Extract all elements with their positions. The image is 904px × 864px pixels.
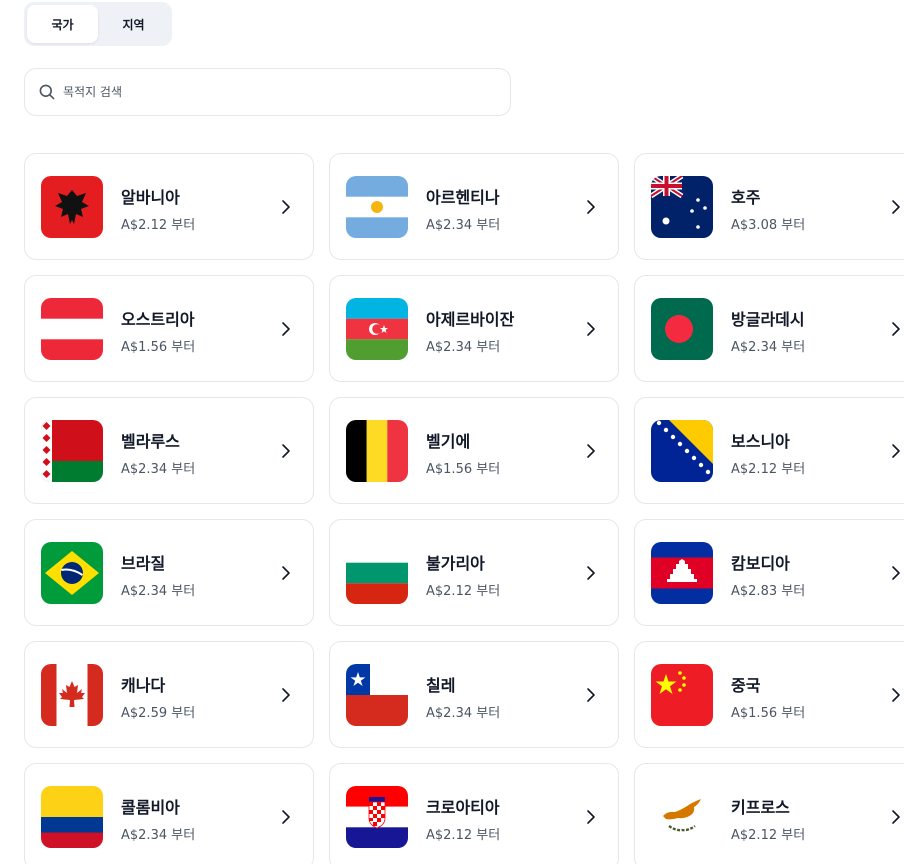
country-price: A$2.12 부터 [426, 828, 501, 843]
country-card-azerbaijan[interactable]: 아제르바이잔 A$2.34 부터 [329, 275, 619, 382]
country-price: A$2.34 부터 [121, 584, 196, 599]
country-price: A$2.12 부터 [426, 584, 501, 599]
chevron-right-icon [587, 444, 595, 458]
chevron-right-icon [282, 322, 290, 336]
croatia-flag [346, 786, 408, 848]
country-name: 캄보디아 [731, 554, 790, 573]
country-price: A$1.56 부터 [121, 340, 196, 355]
chevron-right-icon [587, 322, 595, 336]
chevron-right-icon [892, 688, 900, 702]
country-name: 콜롬비아 [121, 798, 180, 817]
country-card-brazil[interactable]: 브라질 A$2.34 부터 [24, 519, 314, 626]
country-price: A$1.56 부터 [731, 706, 806, 721]
country-card-austria[interactable]: 오스트리아 A$1.56 부터 [24, 275, 314, 382]
country-card-bulgaria[interactable]: 불가리아 A$2.12 부터 [329, 519, 619, 626]
chevron-right-icon [892, 444, 900, 458]
country-name: 호주 [731, 188, 761, 207]
country-price: A$2.34 부터 [121, 828, 196, 843]
country-name: 아제르바이잔 [426, 310, 515, 329]
country-card-belarus[interactable]: 벨라루스 A$2.34 부터 [24, 397, 314, 504]
country-card-canada[interactable]: 캐나다 A$2.59 부터 [24, 641, 314, 748]
country-name: 아르헨티나 [426, 188, 500, 207]
country-card-cyprus[interactable]: 키프로스 A$2.12 부터 [634, 763, 904, 864]
country-card-bangladesh[interactable]: 방글라데시 A$2.34 부터 [634, 275, 904, 382]
country-grid: 알바니아 A$2.12 부터 아르헨티나 A$2.34 부터 호주 A$3.08… [24, 153, 904, 864]
chevron-right-icon [587, 566, 595, 580]
country-name: 방글라데시 [731, 310, 805, 329]
brazil-flag [41, 542, 103, 604]
chevron-right-icon [282, 566, 290, 580]
country-card-chile[interactable]: 칠레 A$2.34 부터 [329, 641, 619, 748]
china-flag [651, 664, 713, 726]
region-tabs: 국가 지역 [24, 2, 172, 46]
australia-flag [651, 176, 713, 238]
country-card-australia[interactable]: 호주 A$3.08 부터 [634, 153, 904, 260]
country-price: A$2.12 부터 [121, 218, 196, 233]
colombia-flag [41, 786, 103, 848]
canada-flag [41, 664, 103, 726]
country-card-china[interactable]: 중국 A$1.56 부터 [634, 641, 904, 748]
country-card-cambodia[interactable]: 캄보디아 A$2.83 부터 [634, 519, 904, 626]
chevron-right-icon [587, 200, 595, 214]
chevron-right-icon [282, 200, 290, 214]
albania-flag [41, 176, 103, 238]
country-name: 보스니아 [731, 432, 790, 451]
country-price: A$2.34 부터 [426, 218, 501, 233]
country-card-bosnia[interactable]: 보스니아 A$2.12 부터 [634, 397, 904, 504]
search-icon [39, 84, 55, 100]
country-card-albania[interactable]: 알바니아 A$2.12 부터 [24, 153, 314, 260]
chevron-right-icon [282, 688, 290, 702]
search-box [24, 68, 511, 116]
country-name: 브라질 [121, 554, 166, 573]
chevron-right-icon [892, 810, 900, 824]
chile-flag [346, 664, 408, 726]
country-price: A$1.56 부터 [426, 462, 501, 477]
country-name: 키프로스 [731, 798, 790, 817]
country-name: 오스트리아 [121, 310, 195, 329]
country-price: A$2.34 부터 [731, 340, 806, 355]
chevron-right-icon [892, 322, 900, 336]
tab-country[interactable]: 국가 [27, 5, 98, 43]
chevron-right-icon [282, 444, 290, 458]
country-card-colombia[interactable]: 콜롬비아 A$2.34 부터 [24, 763, 314, 864]
country-card-belgium[interactable]: 벨기에 A$1.56 부터 [329, 397, 619, 504]
country-name: 벨기에 [426, 432, 471, 451]
country-price: A$2.34 부터 [426, 706, 501, 721]
azerbaijan-flag [346, 298, 408, 360]
country-price: A$2.34 부터 [121, 462, 196, 477]
country-price: A$2.12 부터 [731, 462, 806, 477]
belarus-flag [41, 420, 103, 482]
country-price: A$2.34 부터 [426, 340, 501, 355]
search-input[interactable] [63, 85, 483, 99]
chevron-right-icon [892, 566, 900, 580]
tab-region[interactable]: 지역 [98, 5, 169, 43]
cyprus-flag [651, 786, 713, 848]
country-name: 크로아티아 [426, 798, 500, 817]
bosnia-flag [651, 420, 713, 482]
argentina-flag [346, 176, 408, 238]
chevron-right-icon [587, 810, 595, 824]
country-name: 캐나다 [121, 676, 166, 695]
country-card-croatia[interactable]: 크로아티아 A$2.12 부터 [329, 763, 619, 864]
belgium-flag [346, 420, 408, 482]
bulgaria-flag [346, 542, 408, 604]
country-price: A$2.12 부터 [731, 828, 806, 843]
chevron-right-icon [587, 688, 595, 702]
bangladesh-flag [651, 298, 713, 360]
chevron-right-icon [282, 810, 290, 824]
country-price: A$2.59 부터 [121, 706, 196, 721]
country-name: 벨라루스 [121, 432, 180, 451]
country-name: 중국 [731, 676, 761, 695]
country-card-argentina[interactable]: 아르헨티나 A$2.34 부터 [329, 153, 619, 260]
country-price: A$2.83 부터 [731, 584, 806, 599]
chevron-right-icon [892, 200, 900, 214]
country-name: 알바니아 [121, 188, 180, 207]
austria-flag [41, 298, 103, 360]
country-name: 불가리아 [426, 554, 485, 573]
country-name: 칠레 [426, 676, 456, 695]
cambodia-flag [651, 542, 713, 604]
country-price: A$3.08 부터 [731, 218, 806, 233]
